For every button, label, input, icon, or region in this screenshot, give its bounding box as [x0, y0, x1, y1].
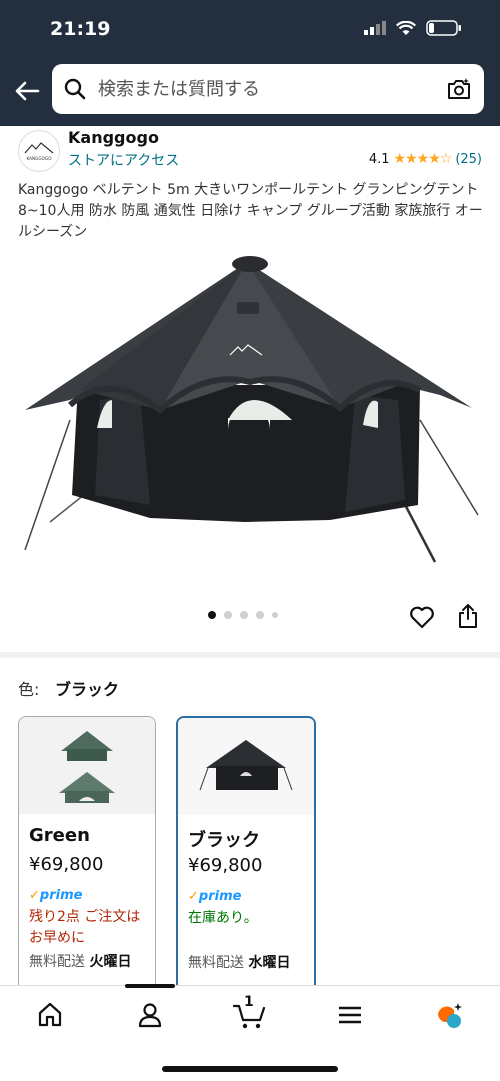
wifi-icon [396, 20, 416, 35]
product-title: Kanggogo ベルテント 5m 大きいワンポールテント グランピングテント8… [18, 182, 483, 240]
account-icon[interactable] [135, 1000, 165, 1030]
variant-name: Green [29, 825, 90, 846]
top-header: 21:19 [0, 0, 500, 126]
green-tent-thumbnail [59, 731, 115, 803]
variant-thumbnail [178, 718, 314, 815]
home-indicator [162, 1066, 338, 1072]
camera-search-icon[interactable] [446, 76, 472, 102]
carousel-dot[interactable] [208, 611, 216, 619]
brand-name[interactable]: Kanggogo [68, 128, 159, 147]
search-input[interactable] [96, 77, 440, 101]
color-label: 色: [18, 680, 40, 699]
status-icons [364, 20, 462, 36]
heart-icon[interactable] [409, 604, 435, 630]
carousel-dot[interactable] [256, 611, 264, 619]
variant-card-black[interactable]: ブラック ¥69,800 ✓prime 在庫あり。 無料配送 水曜日 [176, 716, 316, 1010]
back-arrow-icon[interactable] [12, 76, 42, 106]
bottom-navigation: 1 [0, 984, 500, 1081]
variant-price: ¥69,800 [188, 855, 263, 876]
carousel-dot[interactable] [240, 611, 248, 619]
brand-logo[interactable]: KANGGOGO [18, 130, 60, 172]
shipping-info: 無料配送 火曜日 [29, 954, 132, 970]
variant-card-green[interactable]: Green ¥69,800 ✓prime 残り2点 ご注文はお早めに 無料配送 … [18, 716, 156, 1008]
share-icon[interactable] [456, 603, 480, 629]
search-bar[interactable] [52, 64, 484, 114]
star-rating-icon: ★★★★☆ [393, 151, 453, 167]
svg-text:KANGGOGO: KANGGOGO [27, 156, 53, 161]
variant-name: ブラック [188, 830, 260, 851]
mountain-logo-icon: KANGGOGO [24, 142, 54, 161]
prime-badge: ✓prime [29, 888, 83, 903]
rating-summary[interactable]: 4.1 ★★★★☆ (25) [369, 151, 482, 167]
search-icon [64, 78, 86, 100]
rating-value: 4.1 [368, 151, 390, 167]
carousel-dot[interactable] [272, 612, 278, 618]
rufus-icon[interactable] [434, 1000, 464, 1030]
product-image[interactable] [0, 250, 500, 590]
prime-badge: ✓prime [188, 889, 242, 904]
visit-store-link[interactable]: ストアにアクセス [68, 150, 179, 170]
signal-icon [364, 21, 386, 35]
section-divider [0, 652, 500, 658]
carousel-dot[interactable] [224, 611, 232, 619]
variant-thumbnail [19, 717, 155, 814]
status-time: 21:19 [50, 18, 111, 40]
variant-price: ¥69,800 [29, 854, 104, 875]
image-carousel-dots[interactable] [208, 611, 278, 619]
stock-status: 残り2点 ご注文はお早めに [29, 909, 141, 946]
battery-icon [426, 20, 461, 36]
selected-color: ブラック [55, 680, 120, 699]
review-count[interactable]: (25) [455, 152, 482, 167]
active-tab-indicator [125, 984, 175, 988]
shipping-info: 無料配送 水曜日 [188, 955, 291, 971]
black-tent-thumbnail [199, 740, 293, 791]
home-icon[interactable] [35, 1000, 65, 1030]
stock-status: 在庫あり。 [188, 910, 258, 926]
cart-button[interactable]: 1 [232, 994, 267, 1030]
cart-count: 1 [244, 994, 254, 1010]
menu-icon[interactable] [335, 1000, 365, 1030]
